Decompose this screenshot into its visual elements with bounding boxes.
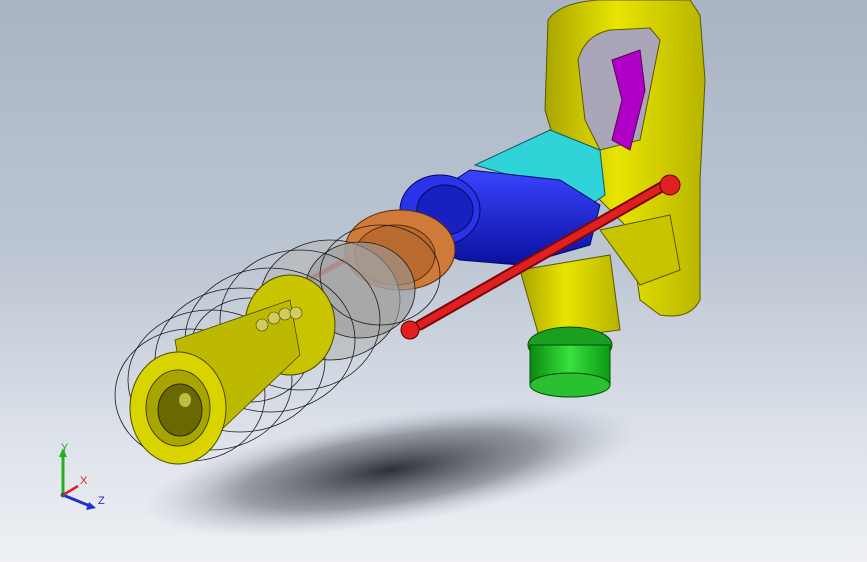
z-axis-label: Z <box>98 495 105 507</box>
orientation-triad[interactable]: Y X Z <box>48 440 118 520</box>
x-axis-label: X <box>80 475 88 487</box>
z-axis-arrow <box>62 493 91 508</box>
x-axis-arrow <box>62 484 79 497</box>
graphics-viewport[interactable]: Y X Z <box>0 0 867 562</box>
bushing-part[interactable] <box>527 326 613 398</box>
y-axis-label: Y <box>61 442 69 454</box>
tool-assembly-model[interactable] <box>0 0 867 562</box>
